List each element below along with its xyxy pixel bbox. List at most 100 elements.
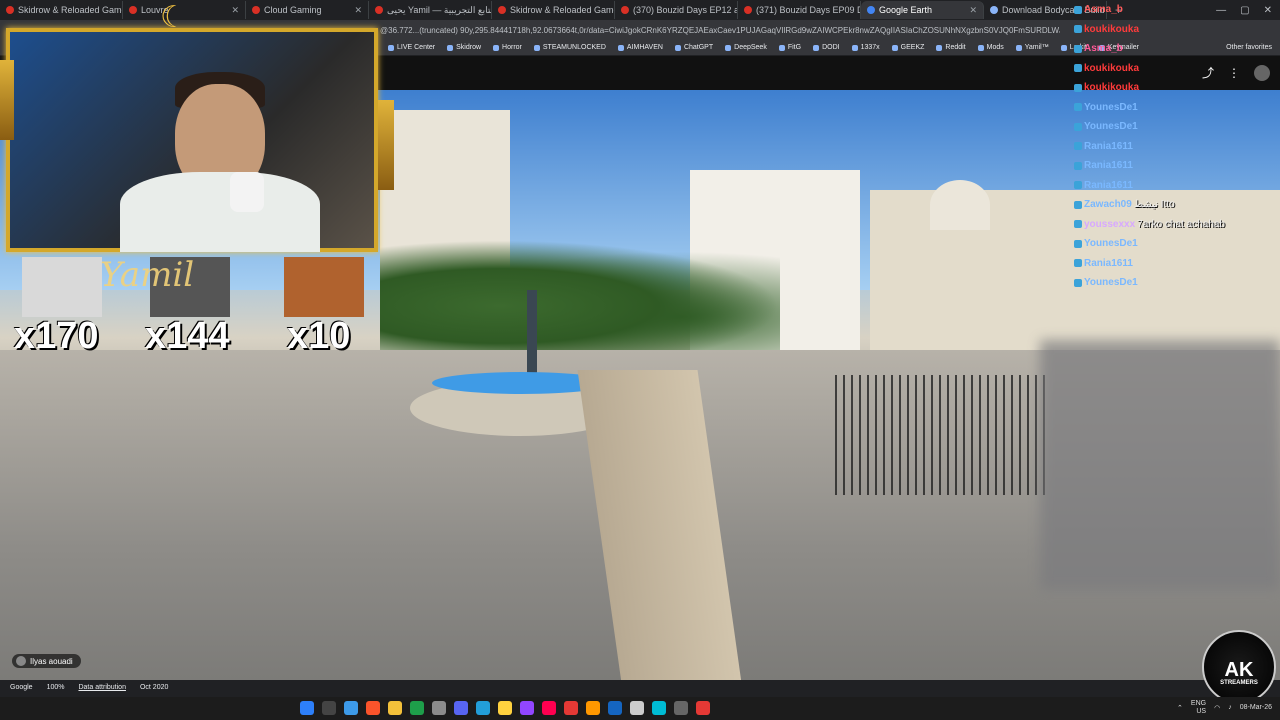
bookmark[interactable]: STEAMUNLOCKED: [534, 44, 606, 51]
clock[interactable]: 08-Mar-26: [1240, 704, 1272, 712]
tiktok-icon[interactable]: [542, 701, 556, 715]
tab-google-earth[interactable]: Google Earth ✕: [861, 1, 984, 19]
bookmark[interactable]: DeepSeek: [725, 44, 767, 51]
chat-username[interactable]: YounesDe1: [1084, 102, 1138, 113]
chat-username[interactable]: youssexxx: [1084, 219, 1135, 230]
tab-label: Skidrow & Reloaded Games – Do: [18, 5, 122, 15]
chevron-up-icon[interactable]: ⌃: [1177, 704, 1183, 712]
app-icon[interactable]: [608, 701, 622, 715]
chat-username[interactable]: Asma_b: [1084, 4, 1123, 15]
app-icon[interactable]: [564, 701, 578, 715]
app-icon[interactable]: [586, 701, 600, 715]
app-icon[interactable]: [696, 701, 710, 715]
chat-text: 7arko chat achahab: [1137, 218, 1225, 230]
chat-message: YounesDe1: [1074, 98, 1280, 118]
chat-message: Rania1611: [1074, 254, 1280, 274]
app-icon[interactable]: [410, 701, 424, 715]
chat-username[interactable]: YounesDe1: [1084, 238, 1138, 249]
crescent-moon-icon: ☾: [160, 1, 187, 34]
badge-icon: [1074, 278, 1082, 287]
telegram-icon[interactable]: [476, 701, 490, 715]
tab[interactable]: (370) Bouzid Days EP12 analyse✕: [615, 1, 738, 19]
chat-username[interactable]: Zawach09: [1084, 199, 1132, 210]
app-icon[interactable]: [630, 701, 644, 715]
discord-icon[interactable]: [454, 701, 468, 715]
emote: [284, 257, 364, 317]
chat-message: YounesDe1: [1074, 273, 1280, 293]
chat-username[interactable]: Rania1611: [1084, 258, 1133, 269]
twitch-icon[interactable]: [520, 701, 534, 715]
chat-username[interactable]: YounesDe1: [1084, 277, 1138, 288]
windows-taskbar: ⌃ ENG US ◠ ♪ 08-Mar-26: [0, 697, 1280, 720]
tab[interactable]: Cloud Gaming ✕: [246, 1, 369, 19]
tab[interactable]: (371) Bouzid Days EP09 Docteur✕: [738, 1, 861, 19]
wifi-icon[interactable]: ◠: [1214, 704, 1220, 712]
start-icon[interactable]: [300, 701, 314, 715]
chat-username[interactable]: koukikouka: [1084, 24, 1139, 35]
system-tray: ⌃ ENG US ◠ ♪ 08-Mar-26: [1177, 700, 1272, 715]
chat-message: Rania1611: [1074, 156, 1280, 176]
chat-username[interactable]: Rania1611: [1084, 180, 1133, 191]
chat-username[interactable]: YounesDe1: [1084, 121, 1138, 132]
language-indicator[interactable]: ENG US: [1191, 700, 1206, 715]
data-attribution-link[interactable]: Data attribution: [78, 684, 125, 691]
obs-icon[interactable]: [674, 701, 688, 715]
chat-message: Rania1611: [1074, 137, 1280, 157]
cat-emote: [22, 257, 102, 317]
microphone-icon: [230, 172, 264, 212]
chat-username[interactable]: Rania1611: [1084, 141, 1133, 152]
badge-icon: [1074, 181, 1082, 190]
app-icon[interactable]: [498, 701, 512, 715]
bookmark[interactable]: Reddit: [936, 44, 965, 51]
photo-attribution[interactable]: Ilyas aouadi: [12, 654, 81, 668]
chat-message: Rania1611: [1074, 176, 1280, 196]
badge-icon: [1074, 103, 1082, 112]
chat-username[interactable]: koukikouka: [1084, 82, 1139, 93]
brave-icon[interactable]: [366, 701, 380, 715]
railing: [835, 375, 1050, 495]
chat-message: Asma_b: [1074, 39, 1280, 59]
close-icon[interactable]: ✕: [231, 5, 239, 16]
bookmark[interactable]: DODI: [813, 44, 840, 51]
chat-message: Zawach09 نيشط Itto: [1074, 195, 1280, 215]
tab[interactable]: يحيى Yamil — لوحة المتابع التجريبية✕: [369, 1, 492, 19]
bookmark[interactable]: GEEKZ: [892, 44, 925, 51]
chat-username[interactable]: koukikouka: [1084, 63, 1139, 74]
app-icon[interactable]: [652, 701, 666, 715]
chat-message: youssexxx 7arko chat achahab: [1074, 215, 1280, 235]
tab-favicon-icon: [252, 6, 260, 14]
search-icon[interactable]: [322, 701, 336, 715]
bookmark[interactable]: Yamil™: [1016, 44, 1049, 51]
bookmark[interactable]: Mods: [978, 44, 1004, 51]
streamer-shirt: [120, 172, 320, 252]
tab[interactable]: Skidrow & Reloaded Games – Do✕: [0, 1, 123, 19]
bookmark[interactable]: Skidrow: [447, 44, 481, 51]
bookmark[interactable]: Horror: [493, 44, 522, 51]
earth-status-bar: Google 100% Data attribution Oct 2020: [0, 680, 1280, 694]
bookmark[interactable]: AIMHAVEN: [618, 44, 663, 51]
logo-subtitle: STREAMERS: [1220, 680, 1258, 686]
tab-label: يحيى Yamil — لوحة المتابع التجريبية: [387, 4, 491, 15]
zoom-level: 100%: [46, 683, 65, 691]
tab-favicon-icon: [990, 6, 998, 14]
badge-icon: [1074, 142, 1082, 151]
volume-icon[interactable]: ♪: [1228, 704, 1232, 711]
tab[interactable]: Skidrow & Reloaded Games – Do✕: [492, 1, 615, 19]
app-icon[interactable]: [432, 701, 446, 715]
lantern-icon: [0, 60, 14, 140]
close-icon[interactable]: ✕: [354, 5, 362, 16]
edge-icon[interactable]: [344, 701, 358, 715]
folder-icon[interactable]: [388, 701, 402, 715]
bookmark[interactable]: FitG: [779, 44, 801, 51]
bookmark[interactable]: LIVE Center: [388, 44, 435, 51]
banner-text: Yamil: [100, 255, 195, 295]
tab-favicon-icon: [744, 6, 752, 14]
chat-username[interactable]: Asma_b: [1084, 43, 1123, 54]
chat-message: YounesDe1: [1074, 117, 1280, 137]
chat-username[interactable]: Rania1611: [1084, 160, 1133, 171]
url-field[interactable]: @36.772...(truncated) 90y,295.84441718h,…: [380, 26, 1060, 35]
close-icon[interactable]: ✕: [969, 5, 977, 16]
bookmark[interactable]: ChatGPT: [675, 44, 713, 51]
bookmark[interactable]: 1337x: [852, 44, 880, 51]
brand: Google: [10, 683, 33, 691]
